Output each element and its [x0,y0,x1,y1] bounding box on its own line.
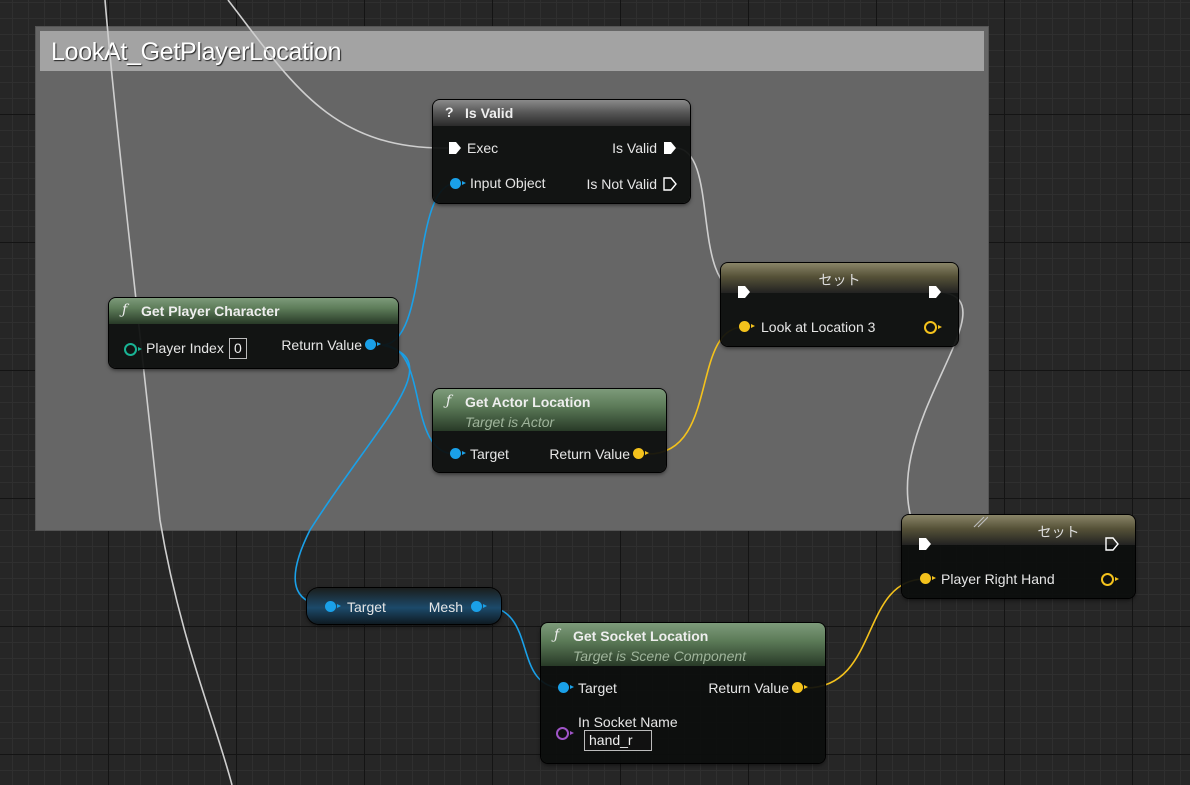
get-socket-location-title: Get Socket Location [573,628,709,644]
set-hand-node[interactable]: セット Player Right Hand [902,515,1135,598]
mesh-getter-node[interactable]: Target Mesh [307,588,501,624]
is-valid-header[interactable]: ? Is Valid [433,100,690,126]
player-index-pin[interactable] [124,343,142,356]
look-at-location-out-pin[interactable] [924,321,942,334]
socket-return-label: Return Value [708,680,789,696]
actor-location-return-pin[interactable] [633,448,649,459]
get-player-character-node[interactable]: ƒ Get Player Character Player Index 0 Re… [109,298,398,368]
look-at-location-label: Look at Location 3 [761,319,876,335]
input-object-pin[interactable] [450,178,466,189]
mesh-out-pin[interactable] [471,601,487,612]
question-icon: ? [445,104,454,120]
player-right-hand-in-pin[interactable] [920,573,936,584]
player-right-hand-label: Player Right Hand [941,571,1055,587]
obj-wire-mesh [294,344,411,607]
return-value-pin[interactable] [365,339,381,350]
in-socket-name-input[interactable]: hand_r [584,730,652,751]
player-right-hand-out-pin[interactable] [1101,573,1119,586]
get-player-character-title: Get Player Character [141,303,280,319]
function-icon: ƒ [446,393,452,409]
mesh-target-label: Target [347,599,386,615]
get-actor-location-header[interactable]: ƒ Get Actor Location Target is Actor [433,389,666,431]
get-actor-location-title: Get Actor Location [465,394,591,410]
set-hand-header[interactable]: セット [902,515,1135,545]
exec-in-label: Exec [467,140,499,156]
exec-in-icon[interactable] [448,141,462,155]
actor-location-target-label: Target [470,446,509,462]
is-valid-node[interactable]: ? Is Valid Exec Is Valid Input Object Is… [433,100,690,203]
mesh-label: Mesh [428,599,463,615]
is-valid-out-label: Is Valid [612,140,657,156]
get-actor-location-node[interactable]: ƒ Get Actor Location Target is Actor Tar… [433,389,666,472]
set-hand-exec-in-icon[interactable] [918,537,932,551]
look-at-location-in-pin[interactable] [739,321,755,332]
actor-location-return-label: Return Value [549,446,630,462]
set-look-exec-out-icon[interactable] [928,285,942,299]
get-socket-location-subtitle: Target is Scene Component [573,648,747,664]
exec-wire-offscreen-2 [227,0,449,149]
set-look-exec-in-icon[interactable] [737,285,751,299]
actor-location-target-pin[interactable] [450,448,466,459]
set-look-title: セット [818,272,861,288]
in-socket-name-pin[interactable] [556,727,574,740]
get-socket-location-node[interactable]: ƒ Get Socket Location Target is Scene Co… [541,623,825,763]
is-valid-exec-out-icon[interactable] [663,141,677,155]
is-not-valid-exec-out-icon[interactable] [663,177,677,191]
is-not-valid-out-label: Is Not Valid [586,176,657,192]
function-icon: ƒ [554,627,560,643]
exec-wire-offscreen-1 [104,0,233,785]
get-socket-location-header[interactable]: ƒ Get Socket Location Target is Scene Co… [541,623,825,666]
set-hand-exec-out-icon[interactable] [1105,537,1119,551]
player-index-label: Player Index [146,340,224,356]
socket-target-label: Target [578,680,617,696]
player-index-input[interactable]: 0 [229,338,247,359]
in-socket-name-label: In Socket Name [578,714,678,730]
return-value-label: Return Value [281,337,362,353]
mesh-target-pin[interactable] [325,601,341,612]
set-look-node[interactable]: セット Look at Location 3 [721,263,958,346]
get-actor-location-subtitle: Target is Actor [465,414,555,430]
socket-return-pin[interactable] [792,682,808,693]
function-icon: ƒ [122,302,128,318]
set-look-header[interactable]: セット [721,263,958,293]
is-valid-title: Is Valid [465,105,514,121]
get-player-character-header[interactable]: ƒ Get Player Character [109,298,398,324]
socket-target-pin[interactable] [558,682,574,693]
input-object-label: Input Object [470,175,546,191]
